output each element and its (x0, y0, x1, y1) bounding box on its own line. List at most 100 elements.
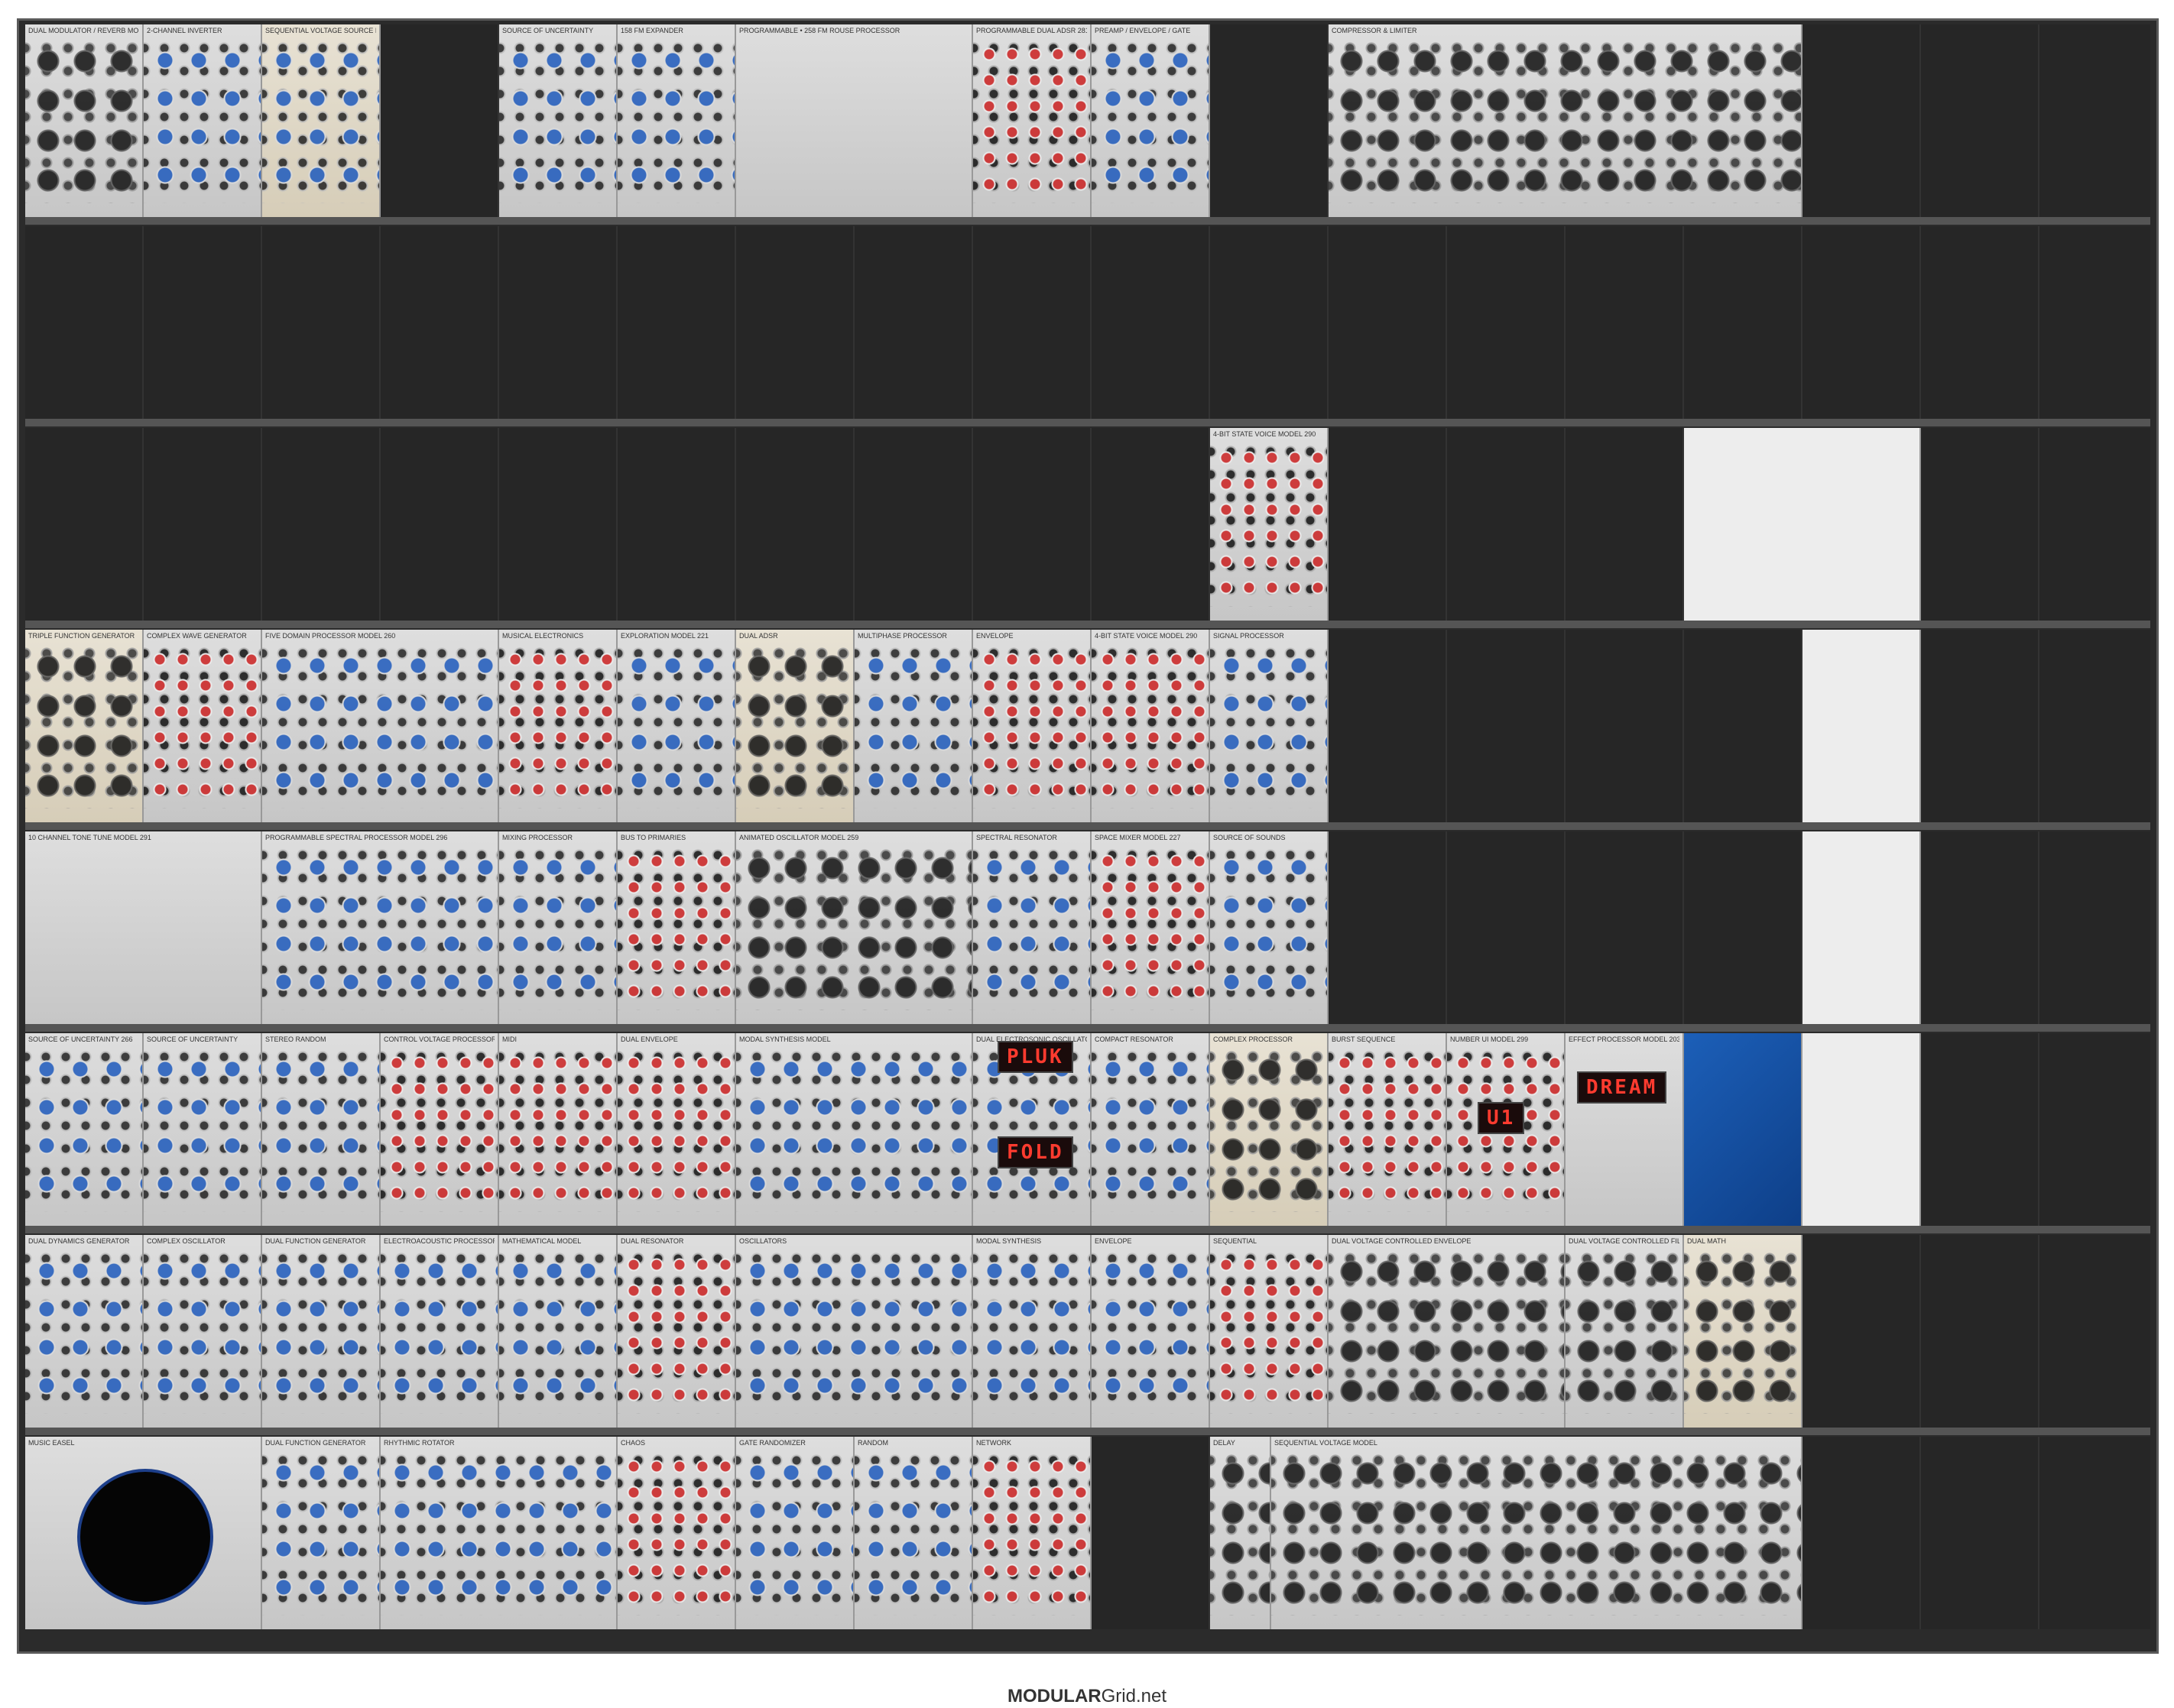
oscilloscope-screen (77, 1469, 213, 1605)
module-label: SOURCE OF UNCERTAINTY (502, 27, 594, 34)
knob-panel (144, 1249, 261, 1414)
knob-panel (1329, 38, 1801, 203)
module[interactable]: MODAL SYNTHESIS MODEL (736, 1033, 973, 1226)
knob-panel (499, 1249, 616, 1414)
module-label: DELAY (1213, 1439, 1235, 1447)
module[interactable]: BURST SEQUENCE (1329, 1033, 1447, 1226)
module[interactable]: 10 CHANNEL TONE TUNE MODEL 291 (25, 831, 262, 1024)
rack-rail (25, 621, 2150, 628)
rack-rail (25, 217, 2150, 225)
module-label: MIDI (502, 1035, 517, 1043)
module[interactable]: SPACE MIXER MODEL 227 (1092, 831, 1210, 1024)
knob-panel (1210, 643, 1327, 809)
module[interactable]: 4-BIT STATE VOICE MODEL 290 (1092, 630, 1210, 822)
knob-panel (262, 38, 379, 203)
knob-panel (262, 845, 498, 1010)
module[interactable]: DUAL MATH (1684, 1235, 1802, 1428)
module[interactable]: DUAL VOLTAGE CONTROLLED ENVELOPE (1329, 1235, 1566, 1428)
module[interactable]: SOURCE OF SOUNDS (1210, 831, 1329, 1024)
module-label: SEQUENTIAL (1213, 1237, 1257, 1245)
rack-rail (25, 822, 2150, 830)
module[interactable]: RHYTHMIC ROTATOR (381, 1437, 618, 1629)
module-label: DUAL FUNCTION GENERATOR (265, 1439, 366, 1447)
module[interactable]: CONTROL VOLTAGE PROCESSOR (381, 1033, 499, 1226)
module[interactable] (1802, 630, 1921, 822)
module[interactable]: PREAMP / ENVELOPE / GATE (1092, 24, 1210, 217)
module[interactable]: COMPRESSOR & LIMITER (1329, 24, 1802, 217)
module[interactable]: ENVELOPE (973, 630, 1092, 822)
module[interactable]: ANIMATED OSCILLATOR MODEL 259 (736, 831, 973, 1024)
module[interactable] (1684, 428, 1921, 621)
row-4: TRIPLE FUNCTION GENERATOR COMPLEX WAVE GE… (25, 630, 2150, 830)
module[interactable] (1684, 1033, 1802, 1226)
module[interactable]: DUAL FUNCTION GENERATOR (262, 1437, 381, 1629)
module[interactable]: PROGRAMMABLE DUAL ADSR 281H (973, 24, 1092, 217)
module[interactable]: COMPACT RESONATOR (1092, 1033, 1210, 1226)
module[interactable]: NETWORK (973, 1437, 1092, 1629)
module[interactable]: DUAL MODULATOR / REVERB MODEL 274 (25, 24, 144, 217)
module[interactable]: EFFECT PROCESSOR MODEL 203 (1566, 1033, 1684, 1226)
module[interactable]: COMPLEX OSCILLATOR (144, 1235, 262, 1428)
module-label: RANDOM (858, 1439, 888, 1447)
module[interactable]: STEREO RANDOM (262, 1033, 381, 1226)
module[interactable]: MODAL SYNTHESIS (973, 1235, 1092, 1428)
module[interactable]: GATE RANDOMIZER (736, 1437, 855, 1629)
module[interactable]: MIXING PROCESSOR (499, 831, 618, 1024)
module[interactable] (1802, 831, 1921, 1024)
module-label: FIVE DOMAIN PROCESSOR MODEL 260 (265, 632, 396, 640)
module[interactable]: DUAL VOLTAGE CONTROLLED FILTER (1566, 1235, 1684, 1428)
knob-panel (855, 643, 972, 809)
module[interactable]: BUS TO PRIMARIES (618, 831, 736, 1024)
module[interactable]: DUAL ADSR (736, 630, 855, 822)
module[interactable]: DUAL DYNAMICS GENERATOR (25, 1235, 144, 1428)
knob-panel (1210, 845, 1327, 1010)
logo-brand-bold: MODULAR (1007, 1686, 1102, 1706)
module[interactable]: CHAOS (618, 1437, 736, 1629)
module[interactable]: DELAY (1210, 1437, 1271, 1629)
module[interactable]: SEQUENTIAL VOLTAGE MODEL (1271, 1437, 1802, 1629)
module[interactable]: SEQUENTIAL VOLTAGE SOURCE MODEL 266e (262, 24, 381, 217)
module[interactable]: 158 FM EXPANDER (618, 24, 736, 217)
module-label: MIXING PROCESSOR (502, 834, 573, 841)
module[interactable]: MIDI (499, 1033, 618, 1226)
module[interactable]: ENVELOPE (1092, 1235, 1210, 1428)
module[interactable]: SPECTRAL RESONATOR (973, 831, 1092, 1024)
knob-panel (973, 38, 1090, 203)
module[interactable]: DUAL FUNCTION GENERATOR (262, 1235, 381, 1428)
module[interactable]: TRIPLE FUNCTION GENERATOR (25, 630, 144, 822)
module[interactable]: MULTIPHASE PROCESSOR (855, 630, 973, 822)
row-5: 10 CHANNEL TONE TUNE MODEL 291 PROGRAMMAB… (25, 831, 2150, 1032)
module[interactable]: COMPLEX PROCESSOR (1210, 1033, 1329, 1226)
module[interactable]: SOURCE OF UNCERTAINTY 266 (25, 1033, 144, 1226)
module[interactable]: 4-BIT STATE VOICE MODEL 290 (1210, 428, 1329, 621)
module[interactable]: MATHEMATICAL MODEL (499, 1235, 618, 1428)
knob-panel (618, 845, 735, 1010)
knob-panel (25, 38, 142, 203)
module[interactable]: SOURCE OF UNCERTAINTY (499, 24, 618, 217)
module[interactable]: FIVE DOMAIN PROCESSOR MODEL 260 (262, 630, 499, 822)
module[interactable]: PROGRAMMABLE SPECTRAL PROCESSOR MODEL 29… (262, 831, 499, 1024)
module[interactable]: COMPLEX WAVE GENERATOR (144, 630, 262, 822)
led-display: U1 (1478, 1102, 1525, 1134)
knob-panel (1684, 1249, 1801, 1414)
knob-panel (262, 1249, 379, 1414)
module[interactable]: EXPLORATION MODEL 221 (618, 630, 736, 822)
module[interactable]: SEQUENTIAL (1210, 1235, 1329, 1428)
module-label: ENVELOPE (1095, 1237, 1132, 1245)
knob-panel (973, 1450, 1090, 1616)
module[interactable]: RANDOM (855, 1437, 973, 1629)
module-label: CONTROL VOLTAGE PROCESSOR (384, 1035, 495, 1043)
module[interactable]: SOURCE OF UNCERTAINTY (144, 1033, 262, 1226)
module[interactable]: PROGRAMMABLE • 258 FM ROUSE PROCESSOR (736, 24, 973, 217)
module[interactable]: 2-CHANNEL INVERTER (144, 24, 262, 217)
module[interactable] (1802, 1033, 1921, 1226)
module[interactable]: MUSICAL ELECTRONICS (499, 630, 618, 822)
module[interactable]: OSCILLATORS (736, 1235, 973, 1428)
module[interactable]: DUAL RESONATOR (618, 1235, 736, 1428)
module[interactable]: ELECTROACOUSTIC PROCESSOR (381, 1235, 499, 1428)
module-label: SIGNAL PROCESSOR (1213, 632, 1284, 640)
module-label: DUAL ENVELOPE (621, 1035, 678, 1043)
module-label: MODAL SYNTHESIS MODEL (739, 1035, 831, 1043)
module[interactable]: DUAL ENVELOPE (618, 1033, 736, 1226)
module[interactable]: SIGNAL PROCESSOR (1210, 630, 1329, 822)
